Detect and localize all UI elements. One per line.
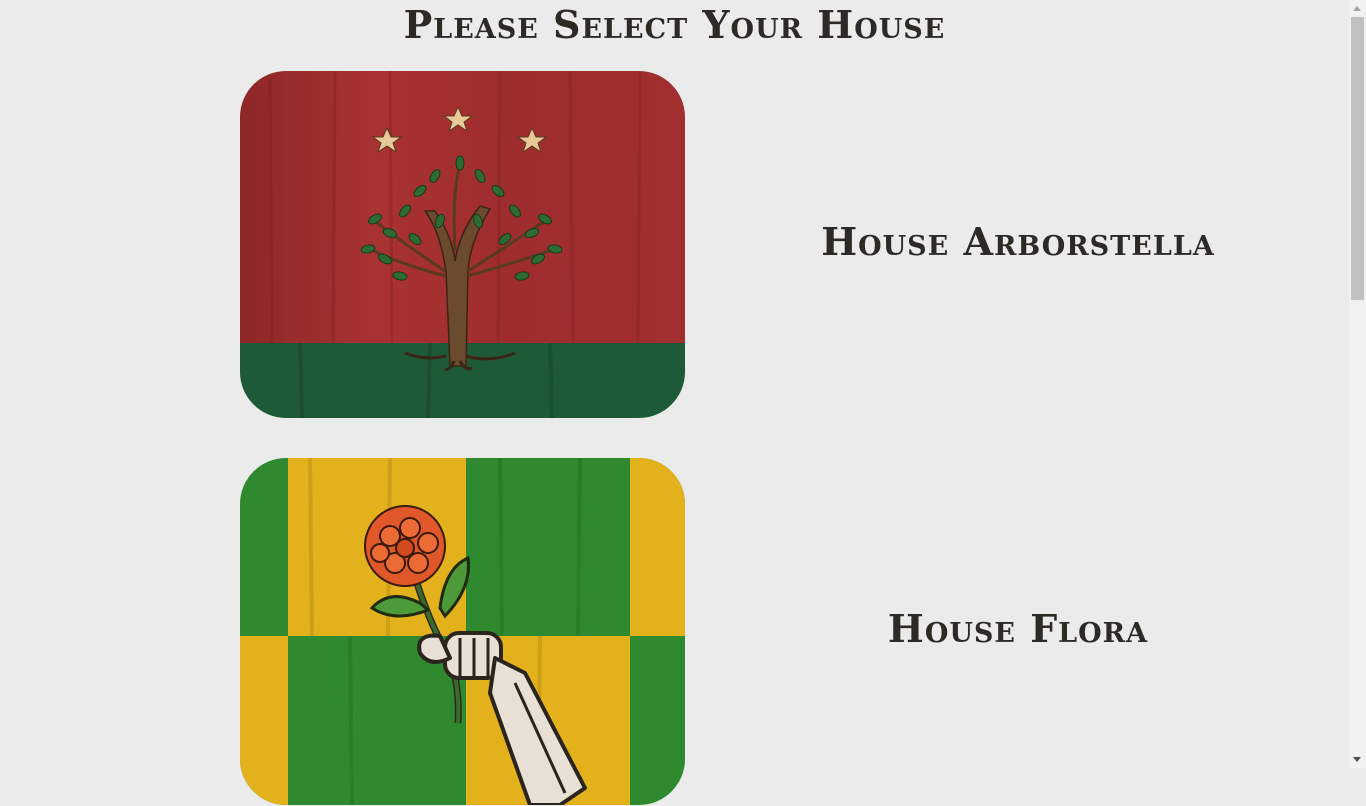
house-name[interactable]: House Flora	[760, 606, 1276, 651]
house-option-flora[interactable]: House Flora	[240, 458, 1349, 806]
page-title: Please Select Your House	[403, 2, 946, 47]
house-flora-crest[interactable]	[240, 458, 685, 805]
scroll-thumb[interactable]	[1351, 17, 1364, 300]
house-arborstella-crest[interactable]	[240, 71, 685, 418]
house-option-arborstella[interactable]: House Arborstella	[240, 71, 1349, 419]
tree-with-stars-crest-icon	[240, 71, 685, 418]
scroll-down-arrow-icon[interactable]	[1353, 757, 1361, 762]
scroll-up-arrow-icon[interactable]	[1353, 6, 1361, 11]
vertical-scrollbar[interactable]	[1349, 0, 1366, 768]
skeleton-hand-flower-crest-icon	[240, 458, 685, 805]
house-name[interactable]: House Arborstella	[760, 219, 1276, 264]
